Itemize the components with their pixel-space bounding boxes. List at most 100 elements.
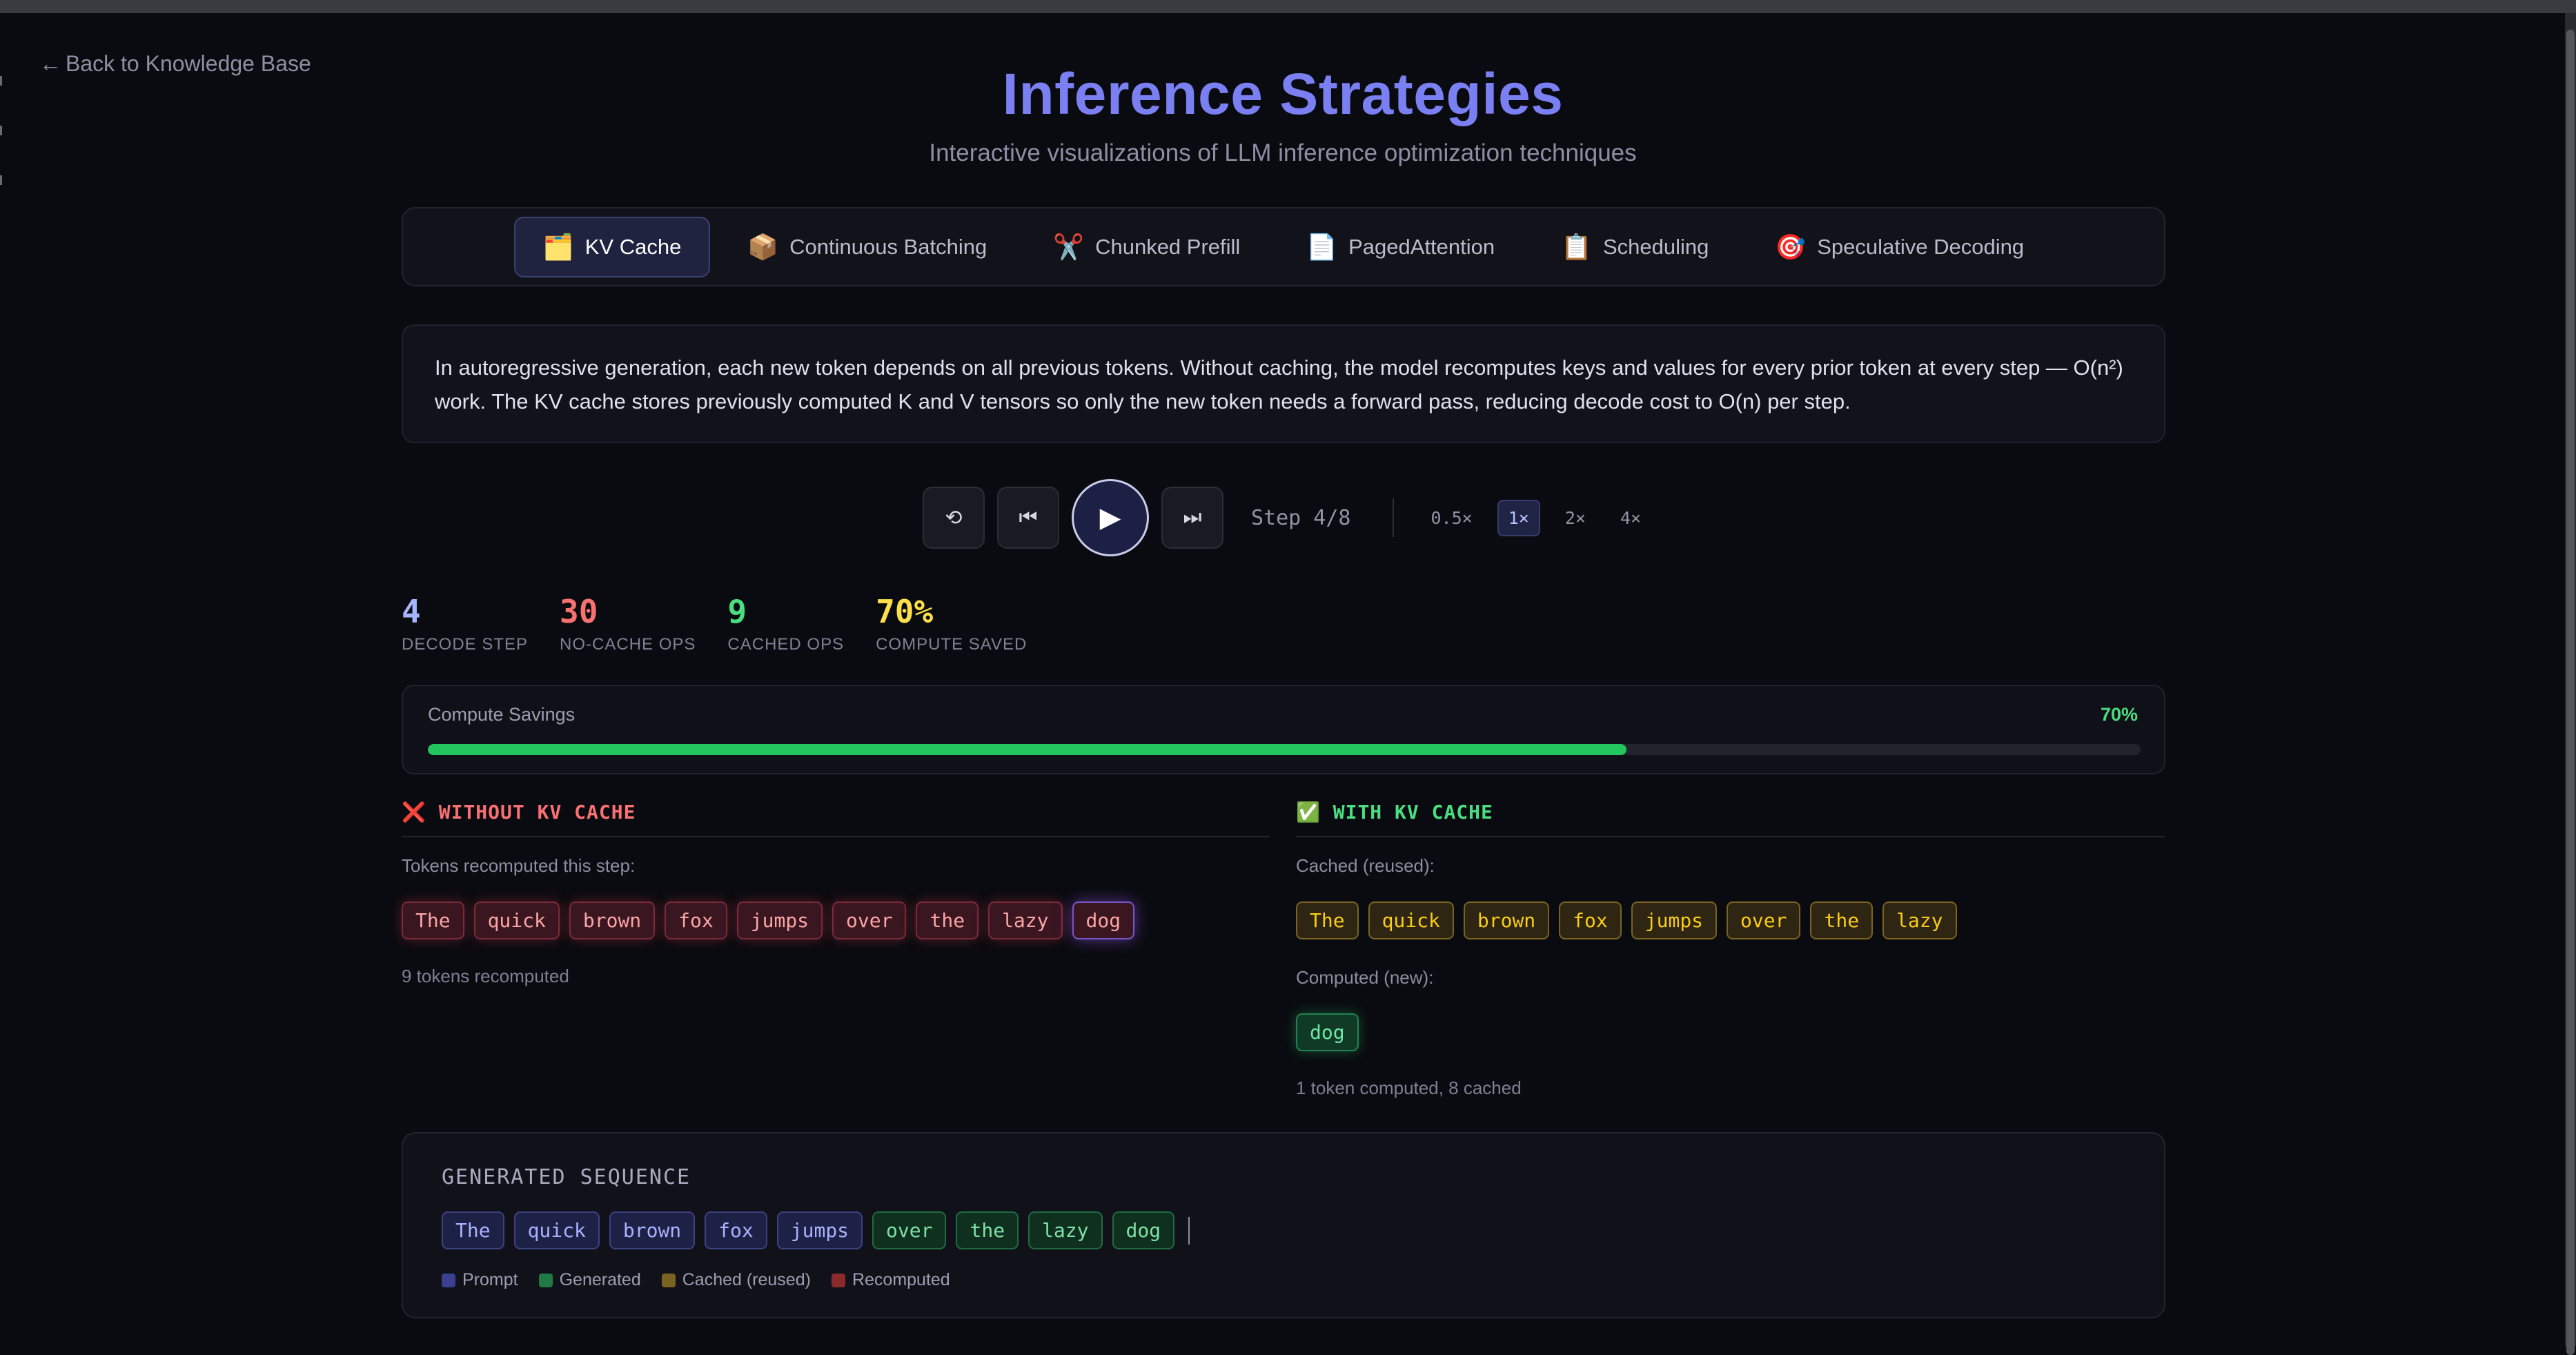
speed-option-0.5x[interactable]: 0.5× xyxy=(1422,501,1482,535)
computed-token-row: dog xyxy=(1296,1013,2165,1051)
browser-top-bar xyxy=(0,0,2576,13)
savings-progress-fill xyxy=(428,744,1627,755)
page-subtitle: Interactive visualizations of LLM infere… xyxy=(929,139,1637,166)
legend-recomputed: Recomputed xyxy=(831,1270,950,1290)
tab-kv-cache[interactable]: 🗂️ KV Cache xyxy=(513,216,711,277)
stat-label: COMPUTE SAVED xyxy=(876,635,1028,654)
recomputed-note: 9 tokens recomputed xyxy=(402,966,569,986)
speed-option-1x[interactable]: 1× xyxy=(1497,499,1540,536)
scrollbar[interactable] xyxy=(2565,13,2576,1355)
step-indicator: Step 4/8 xyxy=(1251,505,1351,530)
stat-label: DECODE STEP xyxy=(402,635,529,654)
step-back-button[interactable]: ⏮ xyxy=(997,487,1059,549)
token-chip: lazy xyxy=(1882,901,1957,939)
tab-chunked-prefill[interactable]: ✂️ Chunked Prefill xyxy=(1024,217,1269,277)
page-icon: 📄 xyxy=(1306,232,1338,261)
token-chip: quick xyxy=(473,901,560,939)
sequence-legend: Prompt Generated Cached (reused) Recompu… xyxy=(442,1270,2125,1290)
clipboard-icon: 📋 xyxy=(1561,232,1592,261)
stat-value: 30 xyxy=(560,593,598,630)
skip-back-icon: ⏮ xyxy=(1019,506,1038,529)
stat-label: NO-CACHE OPS xyxy=(560,635,696,654)
legend-swatch xyxy=(661,1273,676,1287)
legend-label: Recomputed xyxy=(852,1270,950,1289)
token-chip: brown xyxy=(1463,901,1550,939)
prompt-token: The xyxy=(442,1211,504,1249)
tab-speculative-decoding[interactable]: 🎯 Speculative Decoding xyxy=(1746,217,2053,277)
stat-value: 4 xyxy=(402,593,421,630)
stat-compute-saved: 70% COMPUTE SAVED xyxy=(876,592,1027,654)
savings-label: Compute Savings xyxy=(428,704,576,725)
cached-token-row: The quick brown fox jumps over the lazy xyxy=(1296,901,2165,939)
generated-token-row: The quick brown fox jumps over the lazy … xyxy=(442,1211,2125,1249)
stat-cached-ops: 9 CACHED OPS xyxy=(727,592,844,654)
page-title: Inference Strategies xyxy=(1002,61,1564,126)
token-chip: fox xyxy=(1559,901,1622,939)
savings-percent: 70% xyxy=(2100,704,2138,725)
legend-swatch xyxy=(442,1273,455,1287)
without-kv-cache-panel: ❌ WITHOUT KV CACHE Tokens recomputed thi… xyxy=(402,801,1270,987)
package-icon: 📦 xyxy=(747,232,779,261)
tab-label: Scheduling xyxy=(1602,234,1709,259)
tab-label: KV Cache xyxy=(584,234,682,259)
tab-label: Speculative Decoding xyxy=(1817,234,2025,259)
compute-savings-card: Compute Savings 70% xyxy=(402,685,2165,774)
legend-label: Cached (reused) xyxy=(682,1270,811,1289)
strategy-tabs: 🗂️ KV Cache 📦 Continuous Batching ✂️ Chunke… xyxy=(402,207,2165,286)
stat-label: CACHED OPS xyxy=(727,635,845,654)
legend-swatch xyxy=(538,1273,553,1287)
strategy-description: In autoregressive generation, each new t… xyxy=(402,324,2165,443)
token-chip: over xyxy=(832,901,907,939)
token-chip: over xyxy=(1727,901,1801,939)
token-chip: brown xyxy=(569,901,656,939)
computed-note: 1 token computed, 8 cached xyxy=(1296,1078,1522,1098)
skip-forward-icon: ⏭ xyxy=(1183,506,1202,529)
tab-continuous-batching[interactable]: 📦 Continuous Batching xyxy=(718,217,1016,277)
tab-label: PagedAttention xyxy=(1348,234,1495,259)
playback-controls: ⟲ ⏮ ▶ ⏭ Step 4/8 0.5× 1× 2× 4× xyxy=(923,479,1666,556)
token-chip-current: dog xyxy=(1072,901,1135,939)
token-chip: jumps xyxy=(1631,901,1718,939)
tab-scheduling[interactable]: 📋 Scheduling xyxy=(1532,217,1738,277)
legend-label: Generated xyxy=(559,1270,641,1289)
scrollbar-thumb[interactable] xyxy=(2566,30,2575,1355)
controls-divider xyxy=(1392,498,1394,537)
generated-sequence-heading: GENERATED SEQUENCE xyxy=(442,1165,691,1189)
speed-option-2x[interactable]: 2× xyxy=(1555,501,1595,535)
token-chip: the xyxy=(1810,901,1874,939)
token-chip: The xyxy=(1296,901,1359,939)
token-chip-new: dog xyxy=(1296,1013,1359,1051)
scissors-icon: ✂️ xyxy=(1053,232,1085,261)
play-button[interactable]: ▶ xyxy=(1072,479,1149,556)
legend-generated: Generated xyxy=(538,1270,641,1290)
with-kv-cache-panel: ✅ WITH KV CACHE Cached (reused): The qui… xyxy=(1296,801,2165,1099)
savings-progress-track xyxy=(428,744,2141,755)
token-chip: The xyxy=(402,901,464,939)
text-cursor xyxy=(1188,1216,1190,1245)
cross-icon: ❌ xyxy=(402,801,426,823)
play-icon: ▶ xyxy=(1099,503,1121,533)
computed-label: Computed (new): xyxy=(1296,967,1434,988)
legend-swatch xyxy=(831,1273,845,1287)
generated-token: over xyxy=(872,1211,947,1249)
prompt-token: jumps xyxy=(776,1211,863,1249)
heading-text: WITH KV CACHE xyxy=(1333,801,1493,823)
target-icon: 🎯 xyxy=(1775,232,1807,261)
generated-sequence-card: GENERATED SEQUENCE The quick brown fox j… xyxy=(402,1132,2165,1318)
step-forward-button[interactable]: ⏭ xyxy=(1161,487,1223,549)
tab-paged-attention[interactable]: 📄 PagedAttention xyxy=(1277,217,1524,277)
prompt-token: quick xyxy=(513,1211,600,1249)
prompt-token: brown xyxy=(609,1211,696,1249)
generated-token: lazy xyxy=(1028,1211,1103,1249)
token-chip: jumps xyxy=(736,901,823,939)
generated-token: dog xyxy=(1112,1211,1175,1249)
stat-value: 70% xyxy=(876,593,934,630)
reset-button[interactable]: ⟲ xyxy=(923,487,985,549)
legend-label: Prompt xyxy=(462,1270,518,1289)
cached-label: Cached (reused): xyxy=(1296,855,1435,876)
with-cache-heading: ✅ WITH KV CACHE xyxy=(1296,801,2165,837)
stats-row: 4 DECODE STEP 30 NO-CACHE OPS 9 CACHED OPS … xyxy=(402,592,1027,654)
reset-icon: ⟲ xyxy=(945,506,963,529)
legend-prompt: Prompt xyxy=(442,1270,518,1290)
speed-option-4x[interactable]: 4× xyxy=(1611,501,1651,535)
